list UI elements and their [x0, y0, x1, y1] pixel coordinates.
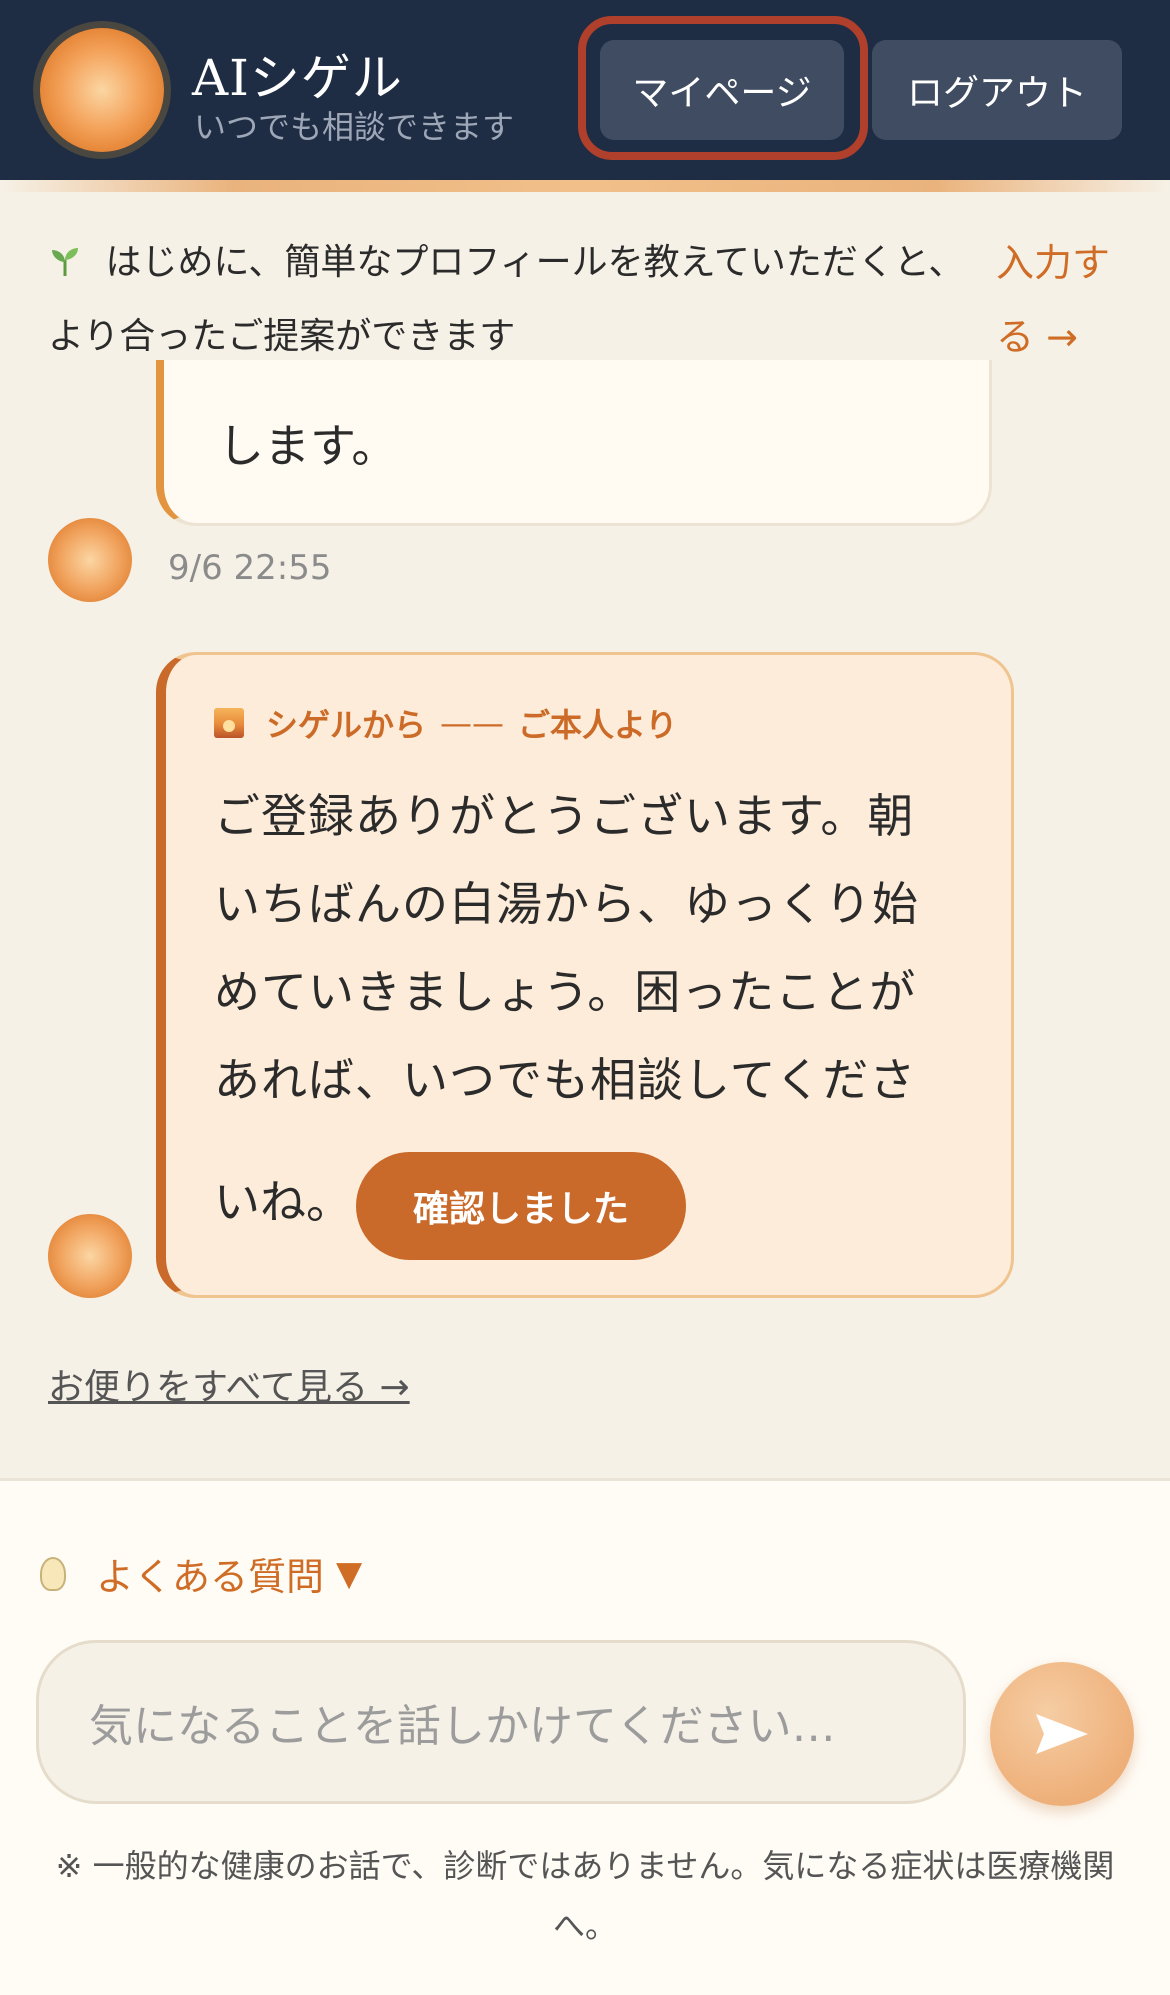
assistant-avatar	[48, 518, 132, 602]
message-timestamp: 9/6 22:55	[168, 548, 332, 588]
sunset-icon	[214, 708, 244, 738]
profile-banner-text: はじめに、簡単なプロフィールを教えていただくと、より合ったご提案ができます	[48, 242, 965, 357]
logout-button[interactable]: ログアウト	[872, 40, 1122, 140]
assistant-avatar	[48, 1214, 132, 1298]
mypage-button[interactable]: マイページ	[600, 40, 844, 140]
faq-label: よくある質問	[96, 1555, 325, 1599]
send-button[interactable]	[990, 1662, 1134, 1806]
header-glow-divider	[0, 180, 1170, 192]
letter-header: シゲルから —— ご本人より	[214, 700, 677, 746]
letter-sender: シゲルから	[266, 706, 427, 744]
profile-banner: はじめに、簡単なプロフィールを教えていただくと、より合ったご提案ができます	[48, 226, 968, 374]
sprout-icon	[48, 242, 93, 283]
profile-input-link[interactable]: 入力する →	[996, 226, 1126, 374]
confirm-button[interactable]: 確認しました	[356, 1152, 686, 1260]
medical-disclaimer: ※ 一般的な健康のお話で、診断ではありません。気になる症状は医療機関へ。	[55, 1847, 1115, 1945]
send-arrow-icon	[1036, 1714, 1088, 1754]
app-subtitle: いつでも相談できます	[194, 108, 515, 146]
all-letters-link[interactable]: お便りをすべて見る →	[48, 1358, 410, 1410]
chat-input[interactable]: 気になることを話しかけてください…	[36, 1640, 966, 1804]
app-title: AIシゲル	[192, 49, 403, 107]
letter-body-last: いね。	[214, 1175, 352, 1229]
app-logo-icon	[40, 28, 164, 152]
letter-separator: ——	[440, 704, 505, 742]
letter-body: ご登録ありがとうございます。朝いちばんの白湯から、ゆっくり始めていきましょう。困…	[214, 789, 919, 1107]
triangle-down-icon: ▼	[336, 1553, 363, 1594]
previous-message-text: します。	[218, 419, 398, 473]
letter-from-label: ご本人より	[518, 706, 678, 744]
lightbulb-icon	[40, 1556, 66, 1591]
faq-toggle[interactable]: よくある質問 ▼	[40, 1546, 362, 1601]
